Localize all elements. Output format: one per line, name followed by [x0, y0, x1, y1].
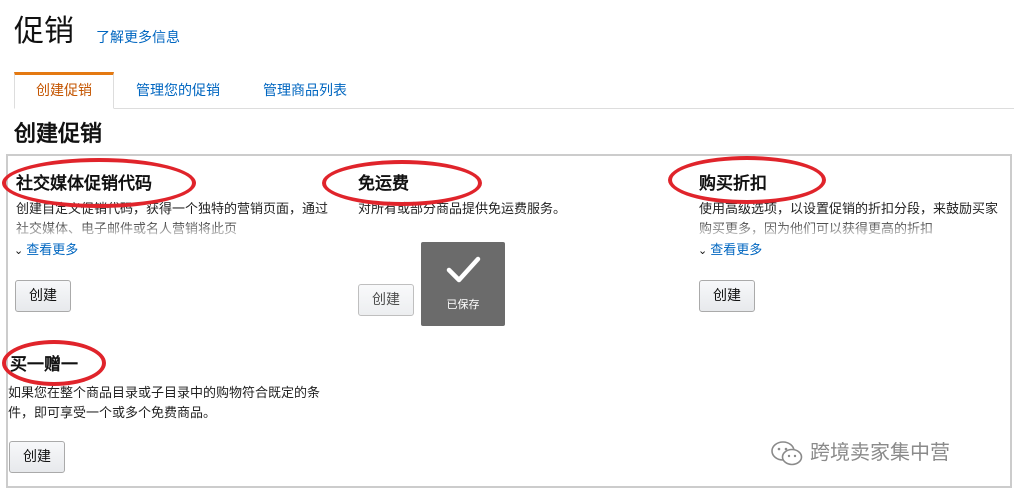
see-more-label: 查看更多	[710, 243, 763, 258]
see-more-social-media-code[interactable]: ⌄ 查看更多	[14, 242, 78, 260]
card-desc-free-shipping: 对所有或部分商品提供免运费服务。	[358, 202, 567, 217]
see-more-label: 查看更多	[26, 243, 79, 258]
watermark: 跨境卖家集中营	[770, 436, 950, 468]
card-desc-purchase-discount: 使用高级选项，以设置促销的折扣分段，来鼓励买家购买更多，因为他们可以获得更高的折…	[699, 202, 999, 237]
saved-toast: 已保存	[421, 242, 505, 326]
wechat-icon	[771, 440, 803, 465]
learn-more-link[interactable]: 了解更多信息	[96, 27, 180, 47]
create-social-media-code-button[interactable]: 创建	[15, 280, 71, 312]
create-purchase-discount-button[interactable]: 创建	[699, 280, 755, 312]
checkmark-icon	[446, 256, 481, 283]
watermark-text: 跨境卖家集中营	[810, 440, 950, 464]
card-title-social-media-code: 社交媒体促销代码	[16, 174, 152, 194]
create-buy-one-get-one-button[interactable]: 创建	[9, 441, 65, 473]
card-title-buy-one-get-one: 买一赠一	[10, 355, 78, 375]
section-title: 创建促销	[14, 122, 103, 147]
tab-bar: 创建促销 管理您的促销 管理商品列表	[14, 72, 1014, 109]
tab-create-promotion[interactable]: 创建促销	[14, 72, 114, 109]
card-title-free-shipping: 免运费	[358, 174, 409, 194]
chevron-down-icon: ⌄	[698, 244, 708, 257]
create-free-shipping-button[interactable]: 创建	[358, 284, 414, 316]
saved-toast-text: 已保存	[446, 298, 480, 311]
tab-manage-promotions[interactable]: 管理您的促销	[116, 72, 240, 108]
chevron-down-icon: ⌄	[14, 244, 24, 257]
card-desc-social-media-code: 创建自定义促销代码，获得一个独特的营销页面，通过社交媒体、电子邮件或名人营销将此…	[16, 202, 328, 237]
card-title-purchase-discount: 购买折扣	[699, 174, 767, 194]
tab-manage-product-list[interactable]: 管理商品列表	[243, 72, 367, 108]
see-more-purchase-discount[interactable]: ⌄ 查看更多	[698, 242, 762, 260]
card-desc-buy-one-get-one: 如果您在整个商品目录或子目录中的购物符合既定的条件，即可享受一个或多个免费商品。	[8, 386, 320, 421]
page-title: 促销	[14, 14, 74, 49]
